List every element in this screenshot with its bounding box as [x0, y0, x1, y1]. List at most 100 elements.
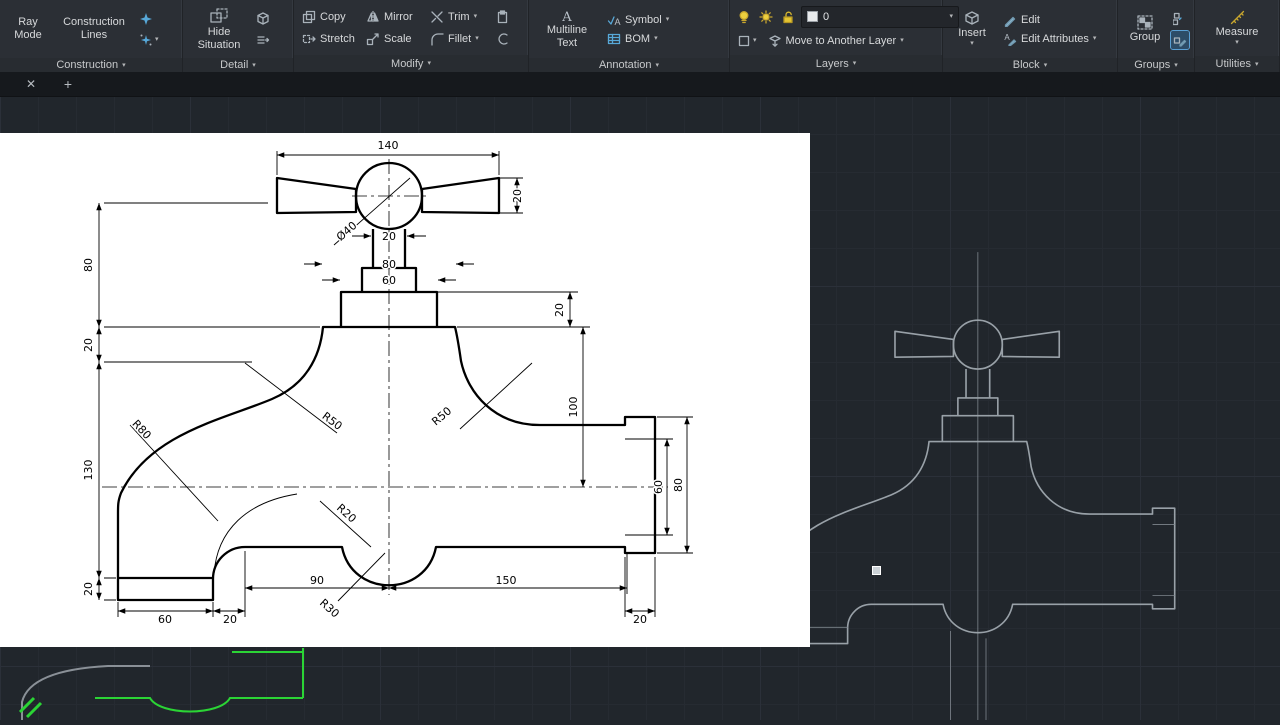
lightbulb-icon [737, 10, 751, 24]
trim-label: Trim [448, 10, 470, 23]
multiline-text-button[interactable]: A Multiline Text [534, 2, 600, 56]
panel-block-expander[interactable]: Block ▾ [943, 58, 1117, 72]
symbol-button[interactable]: A Symbol ▾ [604, 12, 672, 28]
panel-block: Insert ▾ Edit A Edit Attributes ▾ Block … [943, 0, 1118, 72]
detail-view-button[interactable] [254, 10, 272, 28]
group-icon [1137, 15, 1153, 30]
panel-layers-title: Layers [815, 57, 849, 70]
ray-mode-button[interactable]: Ray Mode [5, 2, 51, 56]
paste-button[interactable] [493, 8, 519, 26]
sun-icon [759, 9, 773, 24]
panel-construction-title: Construction [56, 59, 119, 71]
detail-list-button[interactable] [254, 31, 272, 49]
scale-button[interactable]: Scale [363, 31, 427, 47]
move-layer-icon [768, 34, 782, 48]
bom-button[interactable]: BOM ▾ [604, 31, 672, 47]
bom-table-icon [607, 32, 621, 46]
revision-cloud-button[interactable] [137, 10, 161, 28]
mirror-icon [366, 10, 380, 24]
panel-layers-expander[interactable]: Layers ▾ [730, 55, 942, 72]
pencil-icon [1003, 13, 1017, 27]
panel-modify-expander[interactable]: Modify ▾ [294, 55, 528, 72]
group-edit-icon [1173, 33, 1187, 47]
fillet-label: Fillet [448, 32, 472, 45]
panel-groups-expander[interactable]: Groups ▾ [1118, 58, 1194, 72]
ray-mode-label: Ray Mode [14, 16, 42, 41]
panel-groups: Group Groups ▾ [1118, 0, 1195, 72]
fillet-button[interactable]: Fillet ▾ [427, 31, 493, 47]
layer-on-button[interactable] [735, 8, 753, 26]
close-tab-button[interactable]: ✕ [20, 77, 42, 91]
panel-annotation-title: Annotation [598, 59, 652, 71]
dim-label-flange-60: 60 [652, 480, 665, 494]
panel-modify-title: Modify [391, 57, 424, 70]
panel-block-title: Block [1012, 59, 1040, 71]
ungroup-button[interactable] [1171, 10, 1189, 28]
dim-label-right-20: 20 [553, 303, 566, 317]
panel-construction-expander[interactable]: Construction ▾ [0, 58, 182, 72]
chevron-down-icon: ▾ [1043, 61, 1048, 69]
edit-attributes-button[interactable]: A Edit Attributes ▾ [1000, 31, 1099, 47]
chevron-down-icon: ▾ [1174, 61, 1178, 69]
panel-groups-title: Groups [1134, 59, 1171, 71]
mirror-label: Mirror [384, 10, 413, 23]
hide-situation-button[interactable]: Hide Situation [188, 2, 250, 56]
copy-button[interactable]: Copy [299, 9, 363, 25]
insert-block-button[interactable]: Insert ▾ [948, 2, 996, 56]
chevron-down-icon: ▾ [654, 35, 658, 42]
dim-label-left-20a: 20 [82, 338, 95, 352]
layer-select[interactable]: 0 ▾ [801, 5, 959, 28]
panel-detail-expander[interactable]: Detail ▾ [183, 58, 293, 72]
measure-label: Measure [1215, 25, 1259, 38]
edit-block-button[interactable]: Edit [1000, 12, 1099, 28]
layer-isolate-button[interactable]: ▾ [735, 32, 759, 50]
point-style-button[interactable]: ▾ [137, 31, 161, 49]
panel-detail-title: Detail [220, 59, 249, 71]
symbol-label: Symbol [625, 13, 662, 26]
dim-label-left-20b: 20 [82, 582, 95, 596]
dim-label-foot-60: 60 [158, 613, 172, 626]
dim-label-140: 140 [378, 139, 399, 152]
drawing-tab-bar: ✕ + [0, 72, 1280, 97]
offset-button[interactable] [493, 30, 519, 48]
faucet-outline [116, 161, 657, 602]
insert-label: Insert [958, 26, 986, 39]
stretch-button[interactable]: Stretch [299, 31, 363, 47]
dim-label-r80: R80 [129, 417, 153, 442]
hide-situation-icon [209, 7, 229, 25]
list-arrow-icon [256, 33, 270, 47]
sparkle-icon [139, 12, 153, 26]
measure-button[interactable]: Measure ▾ [1208, 1, 1266, 55]
group-edit-button[interactable] [1170, 29, 1190, 50]
move-to-layer-button[interactable]: Move to Another Layer ▾ [765, 33, 907, 49]
chevron-down-icon: ▾ [655, 61, 660, 69]
svg-text:A: A [561, 10, 572, 23]
joint-lines [777, 524, 1175, 628]
layer-unlock-button[interactable] [779, 8, 797, 26]
chevron-down-icon: ▾ [473, 13, 478, 20]
construction-lines-label: Construction Lines [63, 16, 125, 41]
group-button[interactable]: Group [1123, 2, 1167, 56]
dim-label-stem-20: 20 [382, 230, 396, 243]
green-bottom-line [95, 697, 303, 713]
panel-construction: Ray Mode Construction Lines ▾ Constructi… [0, 0, 183, 72]
dim-label-flange-80: 80 [672, 478, 685, 492]
grip-point[interactable] [872, 566, 881, 575]
dim-label-left-80: 80 [82, 258, 95, 272]
layer-thaw-button[interactable] [757, 8, 775, 26]
mirror-button[interactable]: Mirror [363, 9, 427, 25]
measure-ruler-icon [1230, 10, 1245, 25]
panel-detail: Hide Situation Detail ▾ [183, 0, 294, 72]
construction-lines-button[interactable]: Construction Lines [55, 2, 133, 56]
construction-lines [950, 631, 987, 725]
panel-utilities-expander[interactable]: Utilities ▾ [1195, 56, 1279, 72]
chevron-down-icon: ▾ [475, 35, 479, 42]
panel-annotation-expander[interactable]: Annotation ▾ [529, 58, 729, 72]
trim-button[interactable]: Trim ▾ [427, 9, 493, 25]
unlock-icon [781, 10, 795, 24]
text-icon: A [559, 9, 575, 23]
pencil-attribute-icon: A [1003, 32, 1017, 46]
chevron-down-icon: ▾ [1254, 60, 1259, 68]
dim-label-left-130: 130 [82, 460, 95, 481]
new-tab-button[interactable]: + [57, 76, 79, 92]
